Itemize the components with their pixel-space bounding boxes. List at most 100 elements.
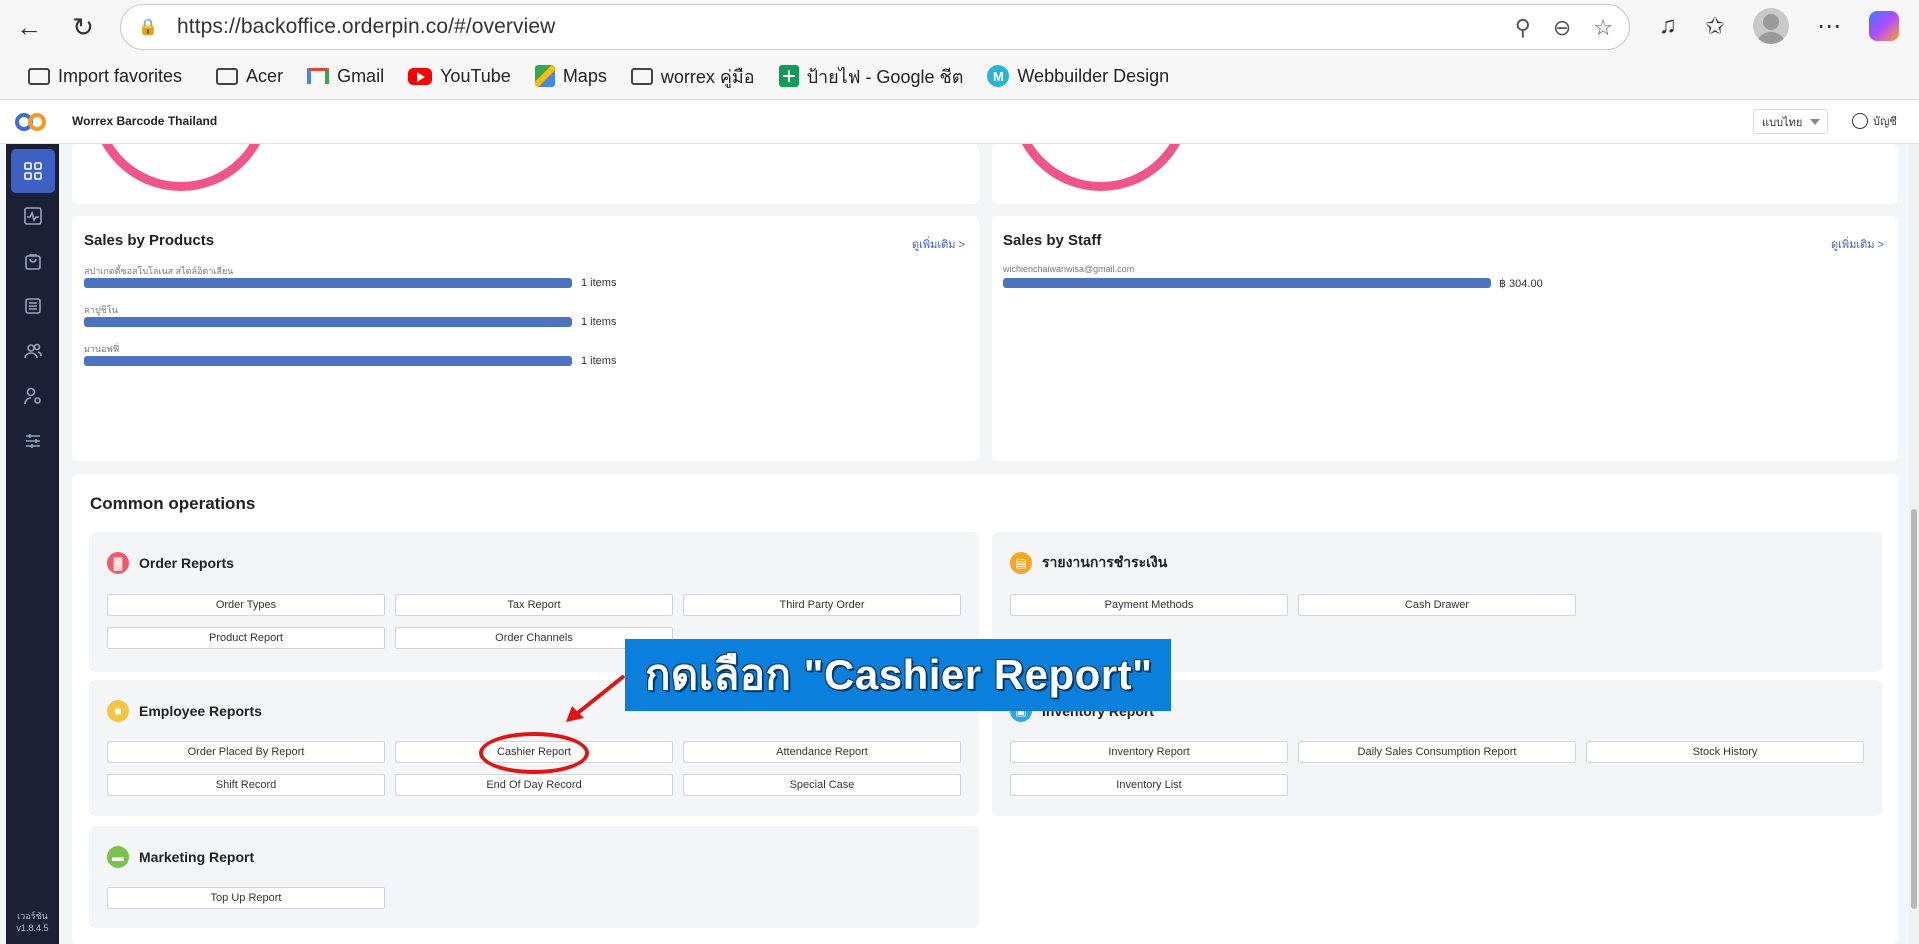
- bookmark-acer[interactable]: Acer: [204, 66, 295, 87]
- app-header: Worrex Barcode Thailand แบบไทย บัญชี: [0, 100, 1919, 144]
- users-icon: [24, 343, 42, 359]
- product-bar: [84, 278, 572, 288]
- folder-icon: [630, 67, 653, 85]
- language-select[interactable]: แบบไทย: [1753, 109, 1828, 134]
- product-label: คาปูชิโน: [84, 305, 118, 315]
- youtube-icon: [408, 67, 433, 85]
- product-label: มานอฟฟี่: [84, 344, 120, 354]
- product-value: 1 items: [581, 277, 617, 289]
- end-of-day-record-button[interactable]: End Of Day Record: [395, 774, 673, 796]
- sidebar-item-settings[interactable]: [11, 419, 55, 463]
- sidebar-item-customers[interactable]: [11, 329, 55, 373]
- orderpin-logo[interactable]: [15, 109, 49, 135]
- sales-by-staff-card: Sales by Staff ดูเพิ่มเติม > wichienchai…: [992, 216, 1898, 461]
- top-up-report-button[interactable]: Top Up Report: [107, 887, 385, 909]
- bookmark-gmail[interactable]: Gmail: [295, 66, 396, 87]
- order-placed-by-report-button[interactable]: Order Placed By Report: [107, 741, 385, 763]
- ticket-icon: ▬: [107, 846, 129, 868]
- product-report-button[interactable]: Product Report: [107, 627, 385, 649]
- payment-methods-button[interactable]: Payment Methods: [1010, 594, 1288, 616]
- special-case-button[interactable]: Special Case: [683, 774, 961, 796]
- account-button[interactable]: บัญชี: [1852, 112, 1897, 130]
- folder-icon: [216, 67, 239, 85]
- sidebar-item-overview[interactable]: [11, 149, 55, 193]
- bookmark-webbuilder[interactable]: M Webbuilder Design: [975, 65, 1181, 87]
- daily-sales-consumption-button[interactable]: Daily Sales Consumption Report: [1298, 741, 1576, 763]
- id-badge-icon: ■: [107, 700, 129, 722]
- grid-icon: [24, 162, 42, 180]
- receipt-icon: ▤: [1010, 552, 1032, 574]
- view-more-link[interactable]: ดูเพิ่มเติม >: [912, 235, 965, 253]
- staff-label: wichienchaiwanwisa@gmail.com: [1003, 264, 1135, 274]
- section-heading: Employee Reports: [139, 703, 262, 719]
- store-name: Worrex Barcode Thailand: [72, 114, 218, 128]
- back-icon[interactable]: ←: [12, 10, 46, 44]
- bookmark-import[interactable]: Import favorites: [16, 66, 194, 87]
- bookmark-maps[interactable]: Maps: [523, 65, 619, 87]
- bookmark-sheets[interactable]: ป้ายไฟ - Google ชีต: [767, 62, 976, 91]
- section-heading: รายงานการชำระเงิน: [1042, 554, 1168, 570]
- third-party-order-button[interactable]: Third Party Order: [683, 594, 961, 616]
- shift-record-button[interactable]: Shift Record: [107, 774, 385, 796]
- bookmark-youtube[interactable]: YouTube: [396, 66, 523, 87]
- inventory-list-button[interactable]: Inventory List: [1010, 774, 1288, 796]
- gmail-icon: [307, 68, 330, 84]
- card-title: Sales by Products: [84, 232, 215, 249]
- refresh-icon[interactable]: ↻: [66, 10, 100, 44]
- sidebar-item-reports[interactable]: [11, 194, 55, 238]
- bookmark-worrex[interactable]: worrex คู่มือ: [619, 62, 767, 91]
- chevron-down-icon: [1810, 119, 1820, 125]
- more-menu-icon[interactable]: ⋯: [1817, 12, 1841, 41]
- order-types-button[interactable]: Order Types: [107, 594, 385, 616]
- profile-avatar[interactable]: [1753, 8, 1789, 44]
- donut-card-left: [72, 144, 979, 204]
- version-info: เวอร์ชัน v1.8.4.5: [16, 911, 49, 933]
- tax-report-button[interactable]: Tax Report: [395, 594, 673, 616]
- activity-icon: [24, 207, 42, 225]
- webbuilder-icon: M: [987, 65, 1010, 87]
- bar-chart-icon: ▓: [107, 552, 129, 574]
- media-icon[interactable]: ♫: [1659, 12, 1677, 40]
- browser-chrome: ← ↻ 🔒 https://backoffice.orderpin.co/#/o…: [0, 0, 1919, 100]
- sheets-icon: [778, 65, 799, 87]
- section-heading: Marketing Report: [139, 849, 255, 865]
- stock-history-button[interactable]: Stock History: [1586, 741, 1864, 763]
- import-icon: [28, 67, 50, 85]
- user-settings-icon: [24, 387, 41, 405]
- bookmarks-bar: Import favorites Acer Gmail YouTube Maps…: [16, 60, 1181, 92]
- zoom-out-icon[interactable]: ⊖: [1553, 15, 1571, 41]
- product-value: 1 items: [581, 355, 617, 367]
- page-scrollbar[interactable]: [1909, 144, 1919, 944]
- favorites-icon[interactable]: ✩: [1705, 12, 1725, 41]
- donut-chart: [91, 144, 271, 191]
- sidebar-item-staff[interactable]: [11, 374, 55, 418]
- address-bar[interactable]: 🔒 https://backoffice.orderpin.co/#/overv…: [120, 4, 1630, 50]
- list-icon: [25, 298, 41, 314]
- sidebar-item-products[interactable]: [11, 239, 55, 283]
- product-value: 1 items: [581, 316, 617, 328]
- lock-icon[interactable]: 🔒: [137, 16, 159, 38]
- inventory-report-button[interactable]: Inventory Report: [1010, 741, 1288, 763]
- marketing-reports-section: ▬ Marketing Report Top Up Report: [89, 826, 979, 928]
- url-text[interactable]: https://backoffice.orderpin.co/#/overvie…: [177, 15, 555, 39]
- maps-icon: [534, 65, 555, 87]
- staff-bar: [1003, 278, 1491, 288]
- sidebar-item-orders[interactable]: [11, 284, 55, 328]
- tutorial-callout: กดเลือก "Cashier Report": [625, 639, 1171, 711]
- favorite-star-icon[interactable]: ☆: [1593, 15, 1613, 41]
- section-heading: Order Reports: [139, 555, 234, 571]
- product-bar: [84, 356, 572, 366]
- scroll-thumb[interactable]: [1911, 509, 1917, 909]
- view-more-link[interactable]: ดูเพิ่มเติม >: [1831, 235, 1884, 253]
- bag-icon: [25, 254, 41, 270]
- product-label: สปาเกตตี้ซอสโบโลเนส สไตล์อิตาเลียน: [84, 266, 234, 276]
- key-icon[interactable]: ⚲: [1515, 15, 1531, 41]
- sidebar: เวอร์ชัน v1.8.4.5: [6, 144, 59, 944]
- donut-card-right: [992, 144, 1898, 204]
- sliders-icon: [26, 434, 40, 448]
- cash-drawer-button[interactable]: Cash Drawer: [1298, 594, 1576, 616]
- card-title: Sales by Staff: [1003, 232, 1102, 249]
- attendance-report-button[interactable]: Attendance Report: [683, 741, 961, 763]
- section-title: Common operations: [90, 494, 256, 513]
- copilot-icon[interactable]: [1869, 11, 1899, 41]
